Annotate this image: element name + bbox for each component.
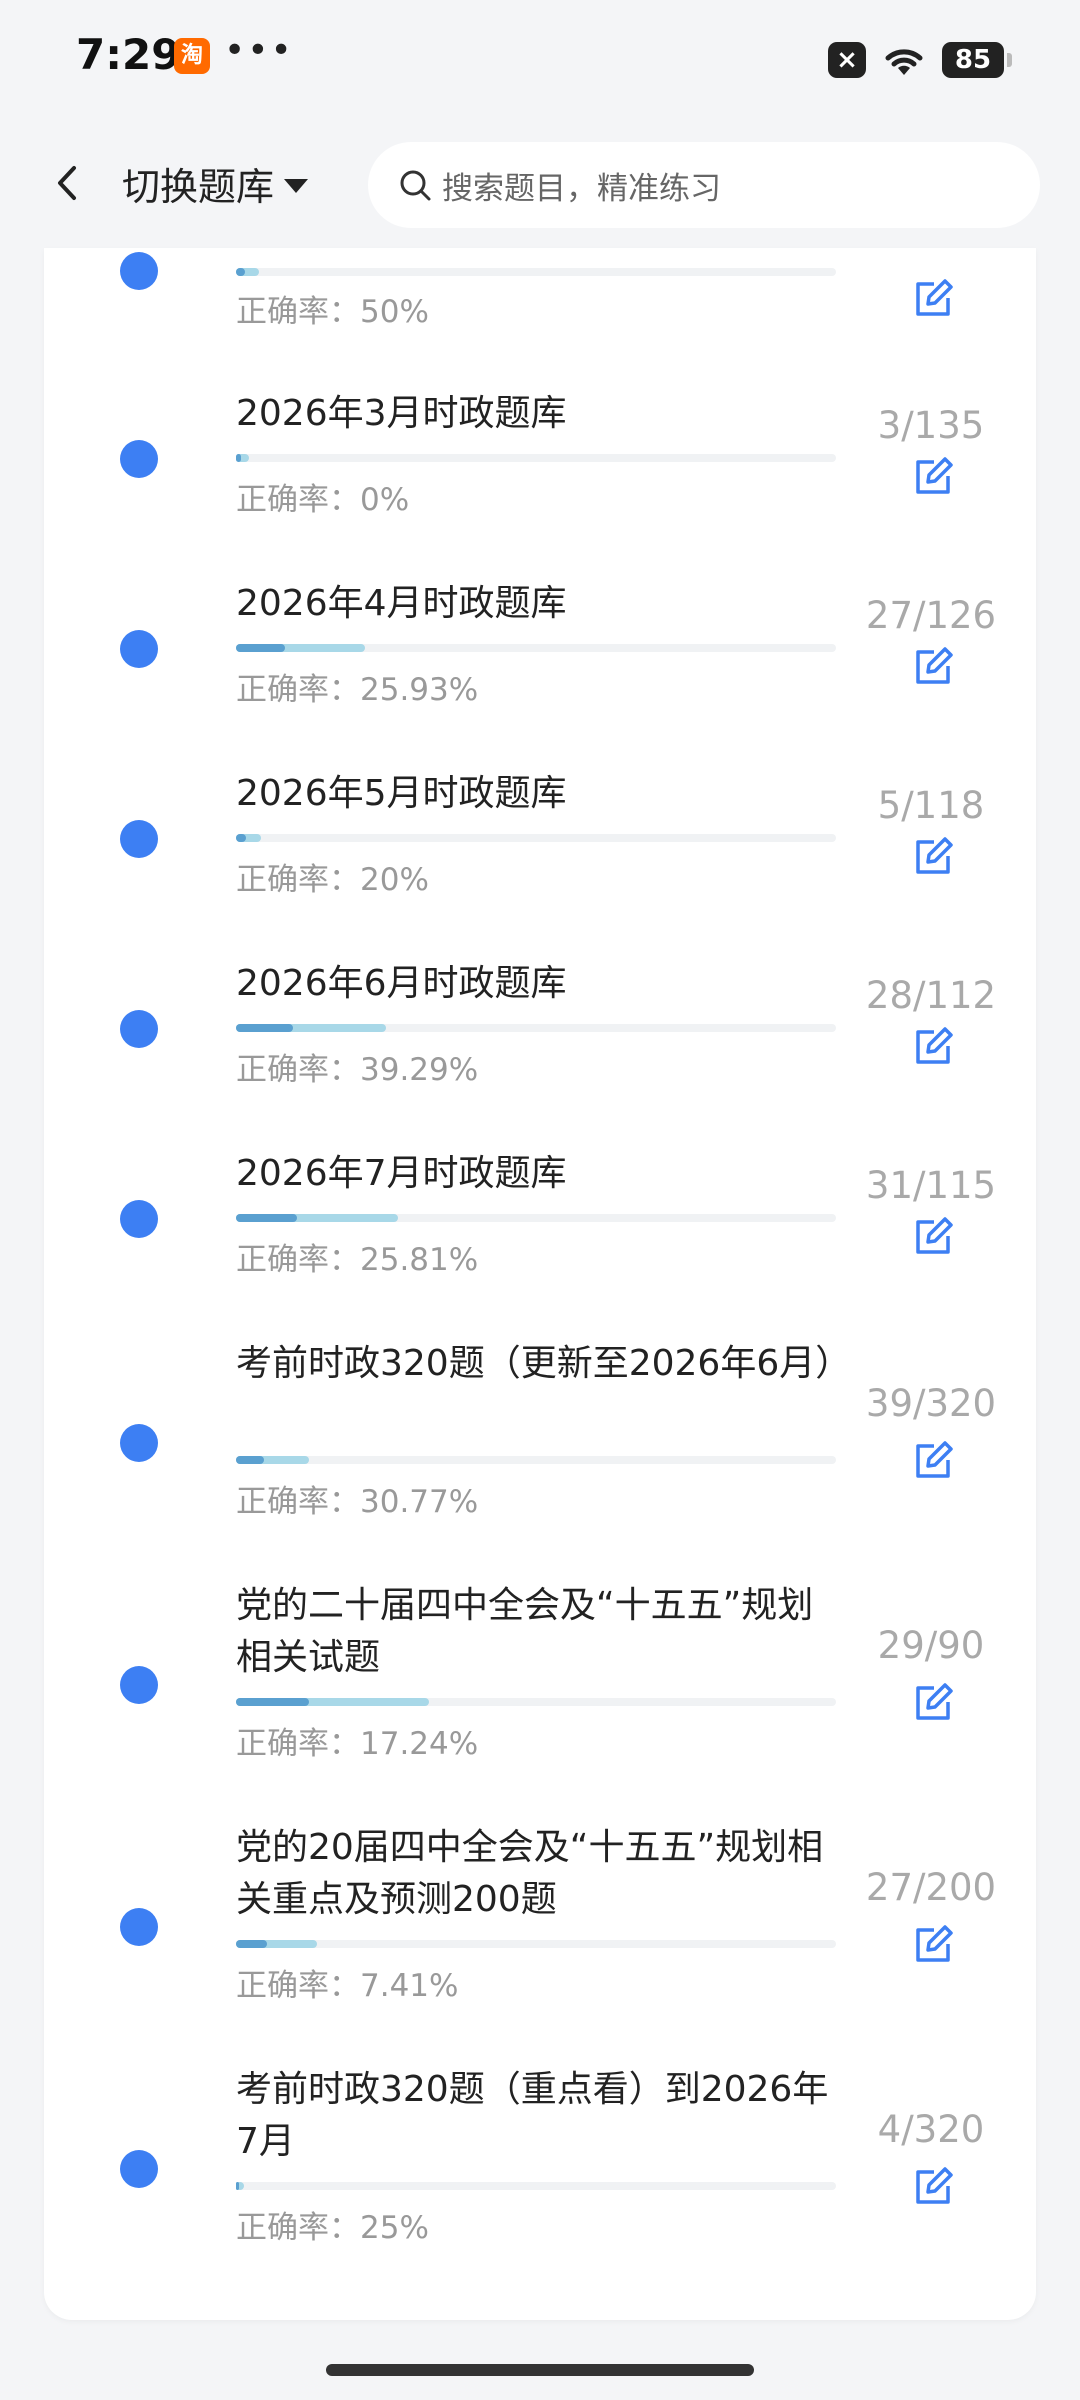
list-item[interactable]: 党的二十届四中全会及“十五五”规划相关试题 正确率：17.24% 29/90 bbox=[44, 1580, 1036, 1820]
edit-icon[interactable] bbox=[912, 2166, 954, 2208]
progress-fill-accent bbox=[236, 644, 285, 652]
edit-icon[interactable] bbox=[912, 456, 954, 498]
progress-fill-accent bbox=[236, 268, 245, 276]
bank-title: 2026年5月时政题库 bbox=[236, 773, 567, 814]
accuracy-text: 正确率：7.41% bbox=[236, 1968, 459, 2004]
home-indicator[interactable] bbox=[326, 2364, 754, 2376]
search-icon bbox=[400, 170, 431, 201]
accuracy-text: 正确率：20% bbox=[236, 862, 429, 898]
list-item[interactable]: 2026年6月时政题库 正确率：39.29% 28/112 bbox=[44, 958, 1036, 1148]
status-time: 7:29 bbox=[76, 30, 181, 79]
progress-fill-accent bbox=[236, 1456, 264, 1464]
progress-count: 27/200 bbox=[865, 1866, 997, 1909]
progress-track bbox=[236, 1940, 836, 1948]
progress-track bbox=[236, 1214, 836, 1222]
progress-track bbox=[236, 268, 836, 276]
switch-bank-label: 切换题库 bbox=[122, 165, 275, 209]
list-item[interactable]: 考前时政320题（更新至2026年6月） 正确率：30.77% 39/320 bbox=[44, 1338, 1036, 1578]
bullet-dot bbox=[120, 1200, 158, 1238]
accuracy-text: 正确率：39.29% bbox=[236, 1052, 479, 1088]
edit-icon[interactable] bbox=[912, 1440, 954, 1482]
bank-title: 2026年3月时政题库 bbox=[236, 393, 567, 434]
edit-icon[interactable] bbox=[912, 1924, 954, 1966]
edit-icon[interactable] bbox=[912, 646, 954, 688]
progress-track bbox=[236, 454, 836, 462]
edit-icon[interactable] bbox=[912, 1682, 954, 1724]
progress-count: 3/135 bbox=[877, 404, 985, 447]
bank-title: 2026年7月时政题库 bbox=[236, 1153, 567, 1194]
battery-icon: 85 bbox=[942, 42, 1012, 78]
bank-title: 2026年6月时政题库 bbox=[236, 963, 567, 1004]
accuracy-text: 正确率：25.93% bbox=[236, 672, 479, 708]
progress-fill-accent bbox=[236, 2182, 239, 2190]
progress-fill-accent bbox=[236, 1024, 293, 1032]
progress-track bbox=[236, 1698, 836, 1706]
bank-title: 2026年4月时政题库 bbox=[236, 583, 567, 624]
progress-track bbox=[236, 834, 836, 842]
app-header: 切换题库 搜索题目，精准练习 bbox=[0, 120, 1080, 248]
progress-fill-accent bbox=[236, 1940, 267, 1948]
bullet-dot bbox=[120, 440, 158, 478]
progress-count: 4/320 bbox=[877, 2108, 985, 2151]
search-input[interactable]: 搜索题目，精准练习 bbox=[368, 142, 1040, 228]
accuracy-text: 正确率：17.24% bbox=[236, 1726, 479, 1762]
bullet-dot bbox=[120, 1908, 158, 1946]
accuracy-text: 正确率：30.77% bbox=[236, 1484, 479, 1520]
bank-title: 考前时政320题（重点看）到2026年7月 bbox=[236, 2069, 829, 2162]
progress-track bbox=[236, 644, 836, 652]
edit-icon[interactable] bbox=[912, 1026, 954, 1068]
question-bank-list: 正确率：50% 2026年3月时政题库 正确率：0% 3/135 2026年4月… bbox=[44, 248, 1036, 2320]
accuracy-text: 正确率：25.81% bbox=[236, 1242, 479, 1278]
bank-title: 党的20届四中全会及“十五五”规划相关重点及预测200题 bbox=[236, 1827, 824, 1920]
list-item[interactable]: 正确率：50% bbox=[44, 248, 1036, 344]
bullet-dot bbox=[120, 2150, 158, 2188]
progress-track bbox=[236, 2182, 836, 2190]
more-notifications-icon: ••• bbox=[224, 30, 294, 71]
status-right-group: × 85 bbox=[828, 38, 1012, 82]
list-item[interactable]: 2026年4月时政题库 正确率：25.93% 27/126 bbox=[44, 578, 1036, 768]
progress-track bbox=[236, 1024, 836, 1032]
list-item[interactable]: 2026年7月时政题库 正确率：25.81% 31/115 bbox=[44, 1148, 1036, 1338]
no-sim-icon: × bbox=[828, 42, 866, 78]
progress-count: 29/90 bbox=[877, 1624, 985, 1667]
search-placeholder: 搜索题目，精准练习 bbox=[442, 170, 721, 207]
bullet-dot bbox=[120, 1666, 158, 1704]
caret-down-icon bbox=[284, 178, 309, 193]
progress-fill-accent bbox=[236, 1214, 298, 1222]
progress-count: 31/115 bbox=[865, 1164, 997, 1207]
list-item[interactable]: 2026年3月时政题库 正确率：0% 3/135 bbox=[44, 388, 1036, 578]
edit-icon[interactable] bbox=[912, 836, 954, 878]
bullet-dot bbox=[120, 820, 158, 858]
progress-count: 5/118 bbox=[877, 784, 985, 827]
progress-fill-accent bbox=[236, 834, 246, 842]
progress-count: 27/126 bbox=[865, 594, 997, 637]
back-arrow-icon[interactable] bbox=[40, 148, 100, 218]
progress-count: 39/320 bbox=[865, 1382, 997, 1425]
edit-icon[interactable] bbox=[912, 1216, 954, 1258]
taobao-app-icon: 淘 bbox=[174, 38, 210, 74]
accuracy-text: 正确率：0% bbox=[236, 482, 410, 518]
progress-fill-accent bbox=[236, 1698, 310, 1706]
bank-title: 党的二十届四中全会及“十五五”规划相关试题 bbox=[236, 1585, 814, 1678]
list-item[interactable]: 考前时政320题（重点看）到2026年7月 正确率：25% 4/320 bbox=[44, 2064, 1036, 2304]
list-item[interactable]: 党的20届四中全会及“十五五”规划相关重点及预测200题 正确率：7.41% 2… bbox=[44, 1822, 1036, 2062]
accuracy-text: 正确率：50% bbox=[236, 294, 429, 330]
accuracy-text: 正确率：25% bbox=[236, 2210, 429, 2246]
bullet-dot bbox=[120, 630, 158, 668]
bullet-dot bbox=[120, 252, 158, 290]
edit-icon[interactable] bbox=[912, 278, 954, 320]
progress-fill-accent bbox=[236, 454, 242, 462]
bullet-dot bbox=[120, 1010, 158, 1048]
progress-count: 28/112 bbox=[865, 974, 997, 1017]
bank-title: 考前时政320题（更新至2026年6月） bbox=[236, 1343, 852, 1384]
status-bar: 7:29 淘 ••• × 85 bbox=[0, 0, 1080, 120]
bullet-dot bbox=[120, 1424, 158, 1462]
progress-track bbox=[236, 1456, 836, 1464]
switch-question-bank-dropdown[interactable]: 切换题库 bbox=[122, 156, 309, 211]
wifi-icon bbox=[885, 49, 923, 75]
list-item[interactable]: 2026年5月时政题库 正确率：20% 5/118 bbox=[44, 768, 1036, 958]
